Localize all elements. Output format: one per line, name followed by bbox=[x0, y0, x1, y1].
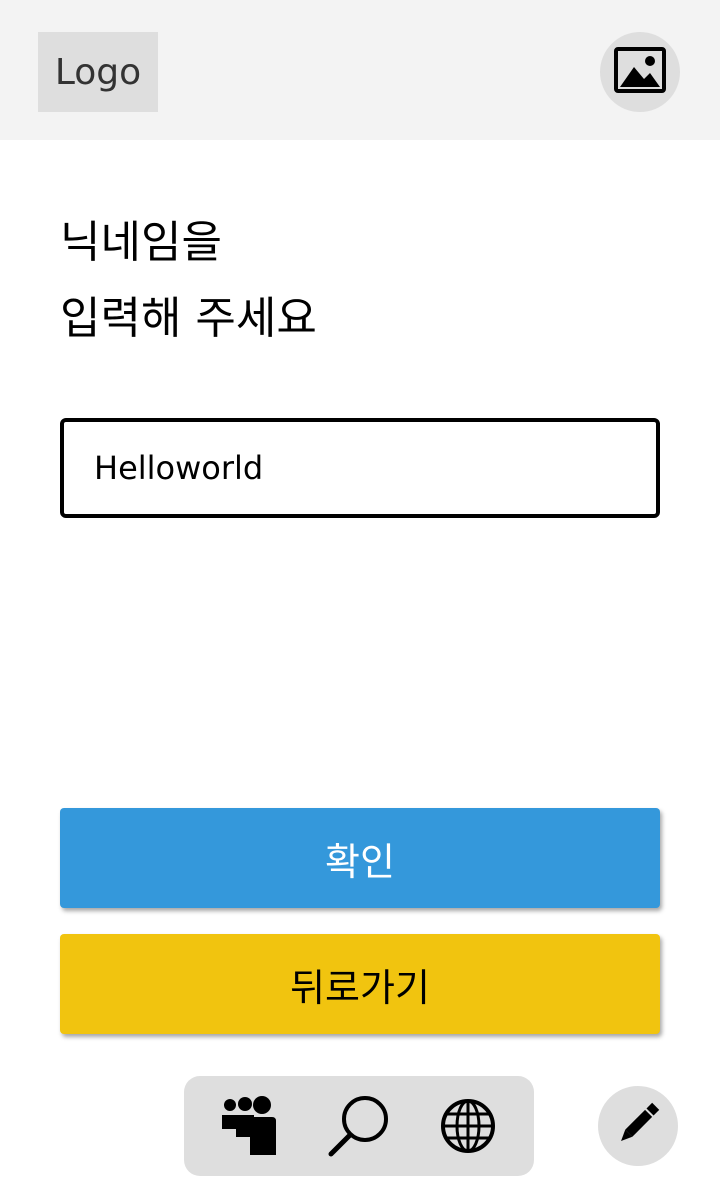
page-title: 닉네임을 입력해 주세요 bbox=[60, 205, 317, 357]
pencil-icon bbox=[613, 1099, 663, 1153]
page-title-line-1: 닉네임을 bbox=[60, 217, 222, 268]
profile-image-button[interactable] bbox=[600, 32, 680, 112]
edit-button[interactable] bbox=[598, 1086, 678, 1166]
confirm-button[interactable]: 확인 bbox=[60, 808, 660, 908]
search-icon[interactable] bbox=[324, 1091, 394, 1161]
image-icon bbox=[614, 47, 666, 97]
nickname-input[interactable] bbox=[60, 418, 660, 518]
logo[interactable]: Logo bbox=[38, 32, 158, 112]
people-icon[interactable] bbox=[215, 1091, 285, 1161]
page-title-line-2: 입력해 주세요 bbox=[60, 293, 317, 344]
top-bar: Logo bbox=[0, 0, 720, 140]
globe-icon[interactable] bbox=[433, 1091, 503, 1161]
bottom-nav bbox=[184, 1076, 534, 1176]
back-button[interactable]: 뒤로가기 bbox=[60, 934, 660, 1034]
